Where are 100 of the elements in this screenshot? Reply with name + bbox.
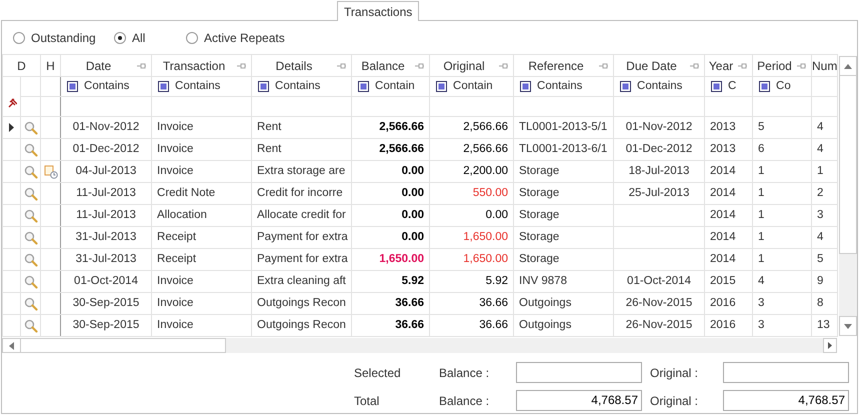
filter-checkbox-icon bbox=[711, 81, 722, 92]
magnifier-icon[interactable] bbox=[24, 142, 38, 156]
table-cell-text: 9 bbox=[817, 274, 824, 289]
magnifier-icon[interactable] bbox=[24, 318, 38, 332]
table-cell-text: 1 bbox=[817, 164, 824, 179]
table-cell-text: 1 bbox=[758, 186, 766, 201]
table-cell-text: Payment for extra bbox=[257, 252, 346, 267]
table-cell-text: 550.00 bbox=[472, 186, 508, 201]
table-cell-text: 2,200.00 bbox=[462, 164, 508, 179]
magnifier-icon[interactable] bbox=[24, 120, 38, 134]
magnifier-icon[interactable] bbox=[24, 230, 38, 244]
table-cell-text: Invoice bbox=[157, 120, 194, 135]
table-cell-text: 0.00 bbox=[400, 186, 424, 201]
table-cell-text: 4 bbox=[817, 230, 824, 245]
table-cell-text: TL0001-2013-6/1 bbox=[519, 142, 608, 157]
table-cell-text: 6 bbox=[758, 142, 766, 157]
table-cell-text: 2016 bbox=[710, 296, 737, 311]
field-label: Balance : bbox=[439, 392, 490, 410]
scroll-thumb[interactable] bbox=[21, 338, 226, 353]
table-cell-text: 5 bbox=[817, 252, 824, 267]
field-label: Original : bbox=[649, 364, 700, 382]
magnifier-icon[interactable] bbox=[24, 296, 38, 310]
table-cell-text: 2014 bbox=[710, 208, 737, 223]
filter-checkbox-icon bbox=[759, 81, 770, 92]
pin-icon bbox=[796, 62, 808, 70]
scroll-thumb[interactable] bbox=[839, 76, 857, 254]
horizontal-scrollbar[interactable] bbox=[2, 338, 837, 353]
table-cell-text: Receipt bbox=[157, 252, 198, 267]
table-cell-text: 5.92 bbox=[400, 274, 424, 289]
magnifier-icon[interactable] bbox=[24, 186, 38, 200]
table-cell-text: 04-Jul-2013 bbox=[74, 164, 138, 179]
table-cell-text: 2013 bbox=[710, 142, 737, 157]
table-cell-text: 31-Jul-2013 bbox=[74, 252, 138, 267]
balance-field[interactable]: 4,768.57 bbox=[516, 390, 642, 411]
table-cell-text: Invoice bbox=[157, 274, 194, 289]
table-cell-text: 26-Nov-2015 bbox=[624, 318, 694, 333]
table-cell-text: Rent bbox=[257, 142, 282, 157]
table-cell-text: Storage bbox=[519, 252, 560, 267]
table-cell-text: 11-Jul-2013 bbox=[75, 186, 137, 201]
table-cell-text: 13 bbox=[817, 318, 831, 333]
column-header[interactable]: H bbox=[41, 56, 60, 74]
table-cell-text: Invoice bbox=[157, 318, 194, 333]
column-header[interactable]: Num bbox=[812, 56, 838, 74]
radio-option[interactable]: All bbox=[114, 28, 186, 46]
pin-icon bbox=[6, 98, 16, 108]
table-cell-text: INV 9878 bbox=[519, 274, 568, 289]
table-cell-text: 30-Sep-2015 bbox=[72, 296, 140, 311]
up-arrow-icon bbox=[844, 64, 852, 68]
pin-icon bbox=[498, 62, 510, 70]
table-cell-text: Invoice bbox=[157, 296, 194, 311]
filter-checkbox-icon bbox=[436, 81, 448, 92]
original-field[interactable] bbox=[723, 362, 849, 383]
original-field[interactable]: 4,768.57 bbox=[723, 390, 849, 411]
magnifier-icon[interactable] bbox=[24, 274, 38, 288]
scroll-down-button[interactable] bbox=[839, 316, 857, 336]
table-cell-text: 01-Dec-2012 bbox=[72, 142, 140, 157]
table-cell-text: 01-Dec-2012 bbox=[624, 142, 694, 157]
filter-condition[interactable]: C bbox=[728, 78, 736, 96]
table-cell-text: 01-Oct-2014 bbox=[73, 274, 139, 289]
radio-option[interactable]: Outstanding bbox=[13, 28, 114, 46]
pin-icon bbox=[598, 62, 610, 70]
table-cell-text: Extra storage are bbox=[257, 164, 346, 179]
table-cell-text: 8 bbox=[817, 296, 824, 311]
summary-label: Total bbox=[354, 392, 380, 410]
field-label: Balance : bbox=[439, 364, 490, 382]
table-cell-text: 2,566.66 bbox=[462, 142, 508, 157]
column-header[interactable]: D bbox=[3, 56, 40, 74]
radio-option[interactable]: Active Repeats bbox=[186, 28, 346, 46]
table-cell-text: Outgoings bbox=[519, 318, 572, 333]
table-cell-text: 36.66 bbox=[478, 296, 508, 311]
field-label: Original : bbox=[649, 392, 700, 410]
table-cell-text: 4 bbox=[817, 120, 824, 135]
pin-icon bbox=[414, 62, 426, 70]
table-cell-text: 2,566.66 bbox=[462, 120, 508, 135]
table-cell-text: 01-Oct-2014 bbox=[626, 274, 692, 289]
filter-checkbox-icon bbox=[620, 81, 632, 92]
table-cell-text: 1 bbox=[758, 230, 766, 245]
table-cell-text: 01-Nov-2012 bbox=[624, 120, 694, 135]
filter-checkbox-icon bbox=[358, 81, 370, 92]
filter-checkbox-icon bbox=[158, 81, 170, 92]
magnifier-icon[interactable] bbox=[24, 208, 38, 222]
summary-label: Selected bbox=[354, 364, 402, 382]
table-cell-text: Payment for extra bbox=[257, 230, 346, 245]
scroll-left-button[interactable] bbox=[2, 338, 21, 353]
magnifier-icon[interactable] bbox=[24, 164, 38, 178]
filter-checkbox-icon bbox=[520, 81, 532, 92]
table-cell-text: 31-Jul-2013 bbox=[74, 230, 138, 245]
table-cell-text: Rent bbox=[257, 120, 282, 135]
vertical-scrollbar[interactable] bbox=[839, 56, 857, 336]
table-cell-text: 0.00 bbox=[400, 230, 424, 245]
tab[interactable]: Transactions bbox=[337, 1, 420, 21]
table-cell-text: 25-Jul-2013 bbox=[628, 186, 690, 201]
table-cell-text: Storage bbox=[519, 164, 560, 179]
table-cell-text: 2013 bbox=[710, 120, 737, 135]
balance-field[interactable] bbox=[516, 362, 642, 383]
scroll-up-button[interactable] bbox=[839, 56, 857, 76]
table-cell-text: 1 bbox=[758, 164, 766, 179]
scroll-right-button[interactable] bbox=[823, 338, 837, 353]
table-cell-text: 2014 bbox=[710, 252, 737, 267]
magnifier-icon[interactable] bbox=[24, 252, 38, 266]
